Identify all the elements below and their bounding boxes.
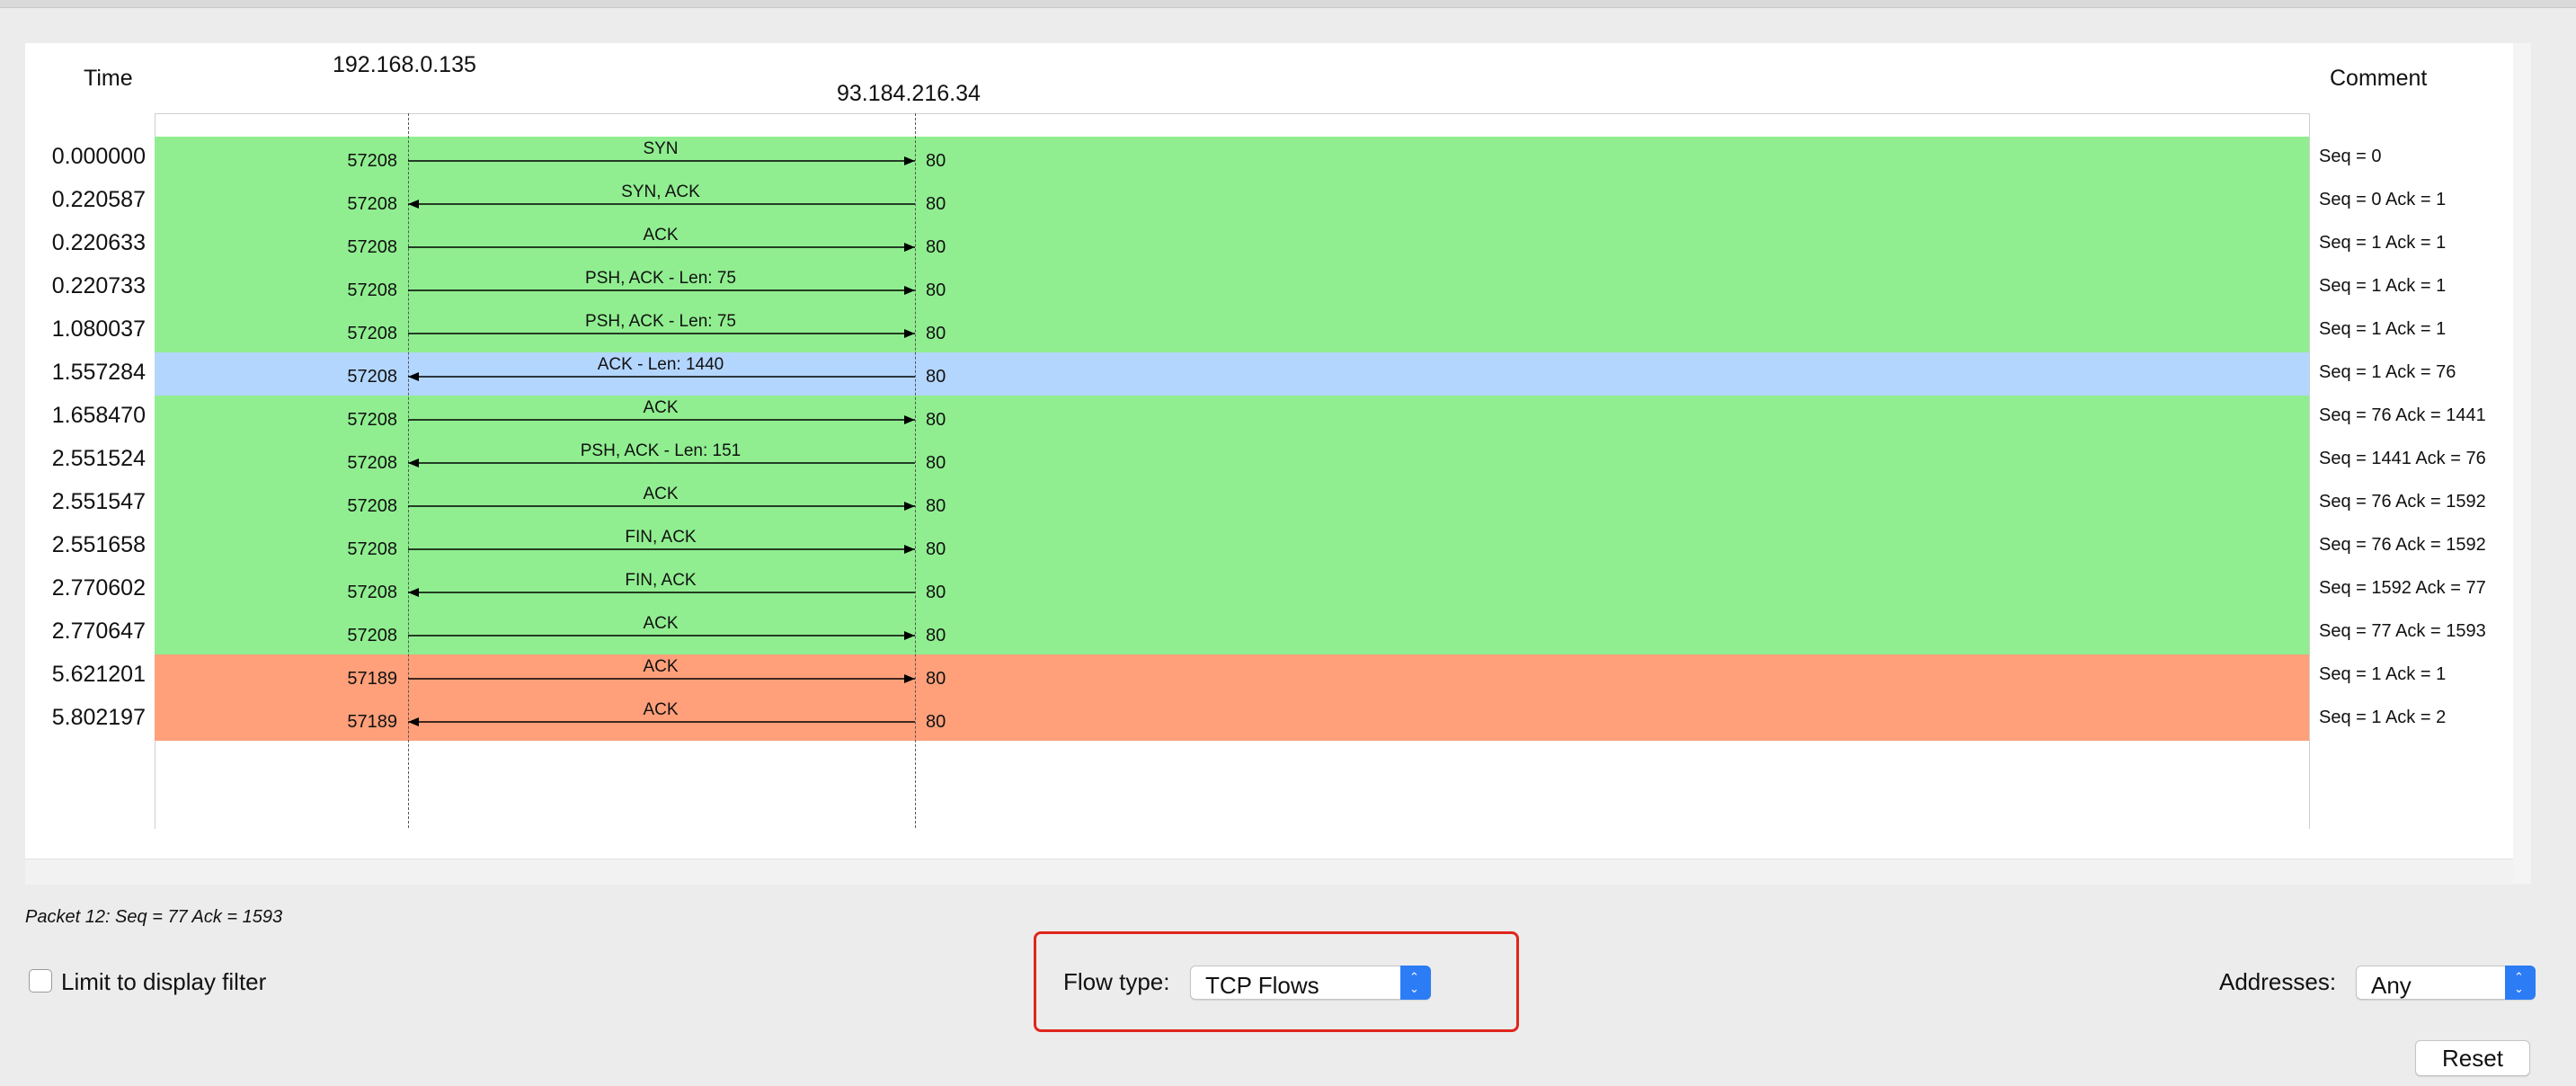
host-b-header: 93.184.216.34 [837,81,981,106]
flow-type-select[interactable]: TCP Flows ⌃ ⌄ [1190,966,1431,1000]
flow-dst-port: 80 [926,280,946,300]
flow-type-value: TCP Flows [1205,972,1319,999]
flow-dst-port: 80 [926,194,946,214]
flow-src-port: 57208 [347,410,397,430]
flow-time: 0.220733 [51,273,146,298]
addresses-value: Any [2371,972,2412,999]
packet-status-text: Packet 12: Seq = 77 Ack = 1593 [25,907,283,927]
flow-src-port: 57208 [347,151,397,171]
flow-label: ACK [643,700,679,719]
flow-comment: Seq = 1 Ack = 1 [2319,319,2447,339]
flow-time: 1.658470 [51,403,146,428]
flow-src-port: 57208 [347,539,397,559]
flow-dst-port: 80 [926,583,946,602]
flow-comment: Seq = 0 [2319,147,2382,166]
flow-label: SYN [643,139,679,158]
flow-comment: Seq = 1 Ack = 2 [2319,708,2447,727]
flow-src-port: 57208 [347,237,397,257]
flow-label: PSH, ACK - Len: 151 [580,441,742,460]
flow-dst-port: 80 [926,410,946,430]
flow-time: 0.220633 [51,230,146,255]
flow-dst-port: 80 [926,712,946,732]
flow-time: 2.551547 [51,489,146,514]
flow-label: ACK [643,657,679,676]
host-a-lifeline [408,113,409,828]
flow-comment: Seq = 1592 Ack = 77 [2319,578,2486,598]
flow-comment: Seq = 1 Ack = 76 [2319,362,2456,382]
flow-label: FIN, ACK [625,528,697,547]
flow-time: 0.220587 [51,187,146,212]
flow-src-port: 57208 [347,324,397,343]
flow-time: 2.551524 [51,446,146,471]
flow-dst-port: 80 [926,151,946,171]
flow-label: ACK [643,226,679,245]
time-column-header: Time [84,66,133,91]
flow-comment: Seq = 76 Ack = 1592 [2319,535,2486,555]
flow-dst-port: 80 [926,626,946,645]
flow-time: 2.551658 [51,532,146,557]
flow-dst-port: 80 [926,324,946,343]
flow-type-label: Flow type: [1063,968,1170,995]
flow-time: 2.770647 [51,619,146,644]
limit-to-display-filter-checkbox[interactable] [29,969,52,993]
flow-comment: Seq = 76 Ack = 1592 [2319,492,2486,512]
flow-comment: Seq = 1 Ack = 1 [2319,664,2447,684]
host-b-lifeline [915,113,916,828]
flow-comment: Seq = 1 Ack = 1 [2319,233,2447,253]
window-title-bar [0,0,2576,8]
flow-time: 1.557284 [51,360,146,385]
flow-time: 5.621201 [51,662,146,687]
flow-comment: Seq = 0 Ack = 1 [2319,190,2447,209]
host-a-header: 192.168.0.135 [333,52,476,77]
flow-src-port: 57189 [347,669,397,689]
addresses-label: Addresses: [2219,968,2337,995]
flow-label: PSH, ACK - Len: 75 [585,269,736,288]
flow-dst-port: 80 [926,453,946,473]
flow-src-port: 57208 [347,496,397,516]
flow-src-port: 57208 [347,367,397,387]
flow-label: ACK [643,614,679,633]
addresses-select[interactable]: Any ⌃ ⌄ [2356,966,2536,1000]
flow-time: 0.000000 [51,144,146,169]
reset-button[interactable]: Reset [2415,1040,2530,1076]
flow-dst-port: 80 [926,669,946,689]
flow-dst-port: 80 [926,496,946,516]
vertical-scrollbar[interactable] [2513,43,2531,884]
flow-label: SYN, ACK [621,182,700,201]
flow-dst-port: 80 [926,539,946,559]
flow-comment: Seq = 1441 Ack = 76 [2319,449,2486,468]
flow-comment: Seq = 1 Ack = 1 [2319,276,2447,296]
chevron-updown-icon: ⌃ ⌄ [1400,966,1431,1000]
flow-label: FIN, ACK [625,571,697,590]
flow-src-port: 57208 [347,626,397,645]
flow-src-port: 57208 [347,453,397,473]
flow-label: ACK [643,398,679,417]
flow-time: 2.770602 [51,575,146,601]
flow-time: 1.080037 [51,316,146,342]
horizontal-scrollbar[interactable] [25,859,2513,885]
flow-comment: Seq = 76 Ack = 1441 [2319,405,2486,425]
chevron-updown-icon: ⌃ ⌄ [2505,966,2536,1000]
flow-src-port: 57208 [347,194,397,214]
flow-src-port: 57208 [347,280,397,300]
flow-label: ACK [643,485,679,503]
comment-column-header: Comment [2330,66,2428,91]
flow-src-port: 57208 [347,583,397,602]
flow-comment: Seq = 77 Ack = 1593 [2319,621,2486,641]
flow-dst-port: 80 [926,237,946,257]
flow-src-port: 57189 [347,712,397,732]
flow-label: ACK - Len: 1440 [597,355,724,374]
flow-time: 5.802197 [51,705,146,730]
flow-label: PSH, ACK - Len: 75 [585,312,736,331]
limit-to-display-filter-label[interactable]: Limit to display filter [61,968,266,996]
flow-dst-port: 80 [926,367,946,387]
